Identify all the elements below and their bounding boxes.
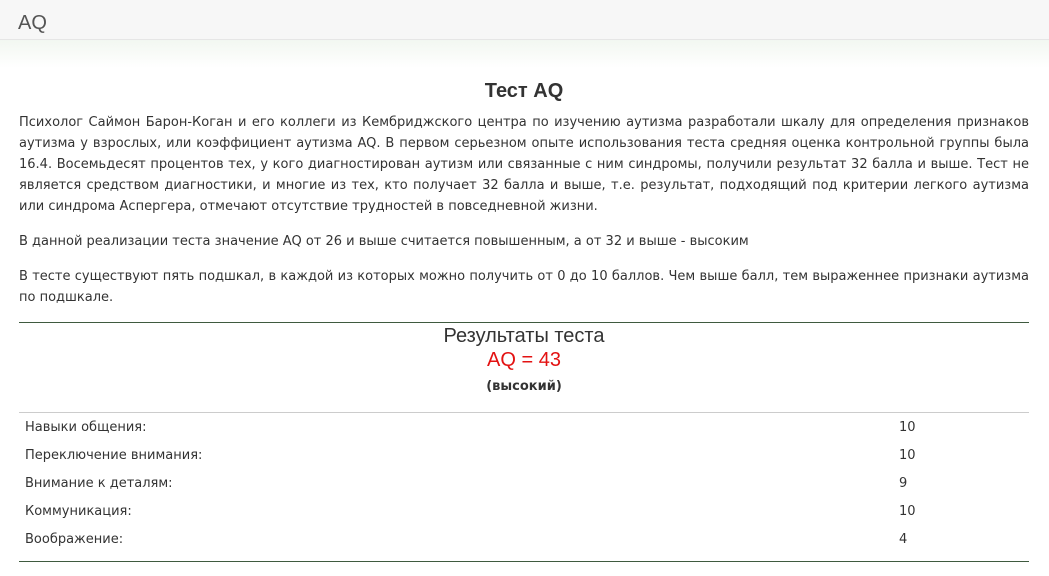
intro-text: Психолог Саймон Барон-Коган и его коллег… — [19, 112, 1029, 308]
subscale-value: 9 — [899, 475, 908, 491]
results-title: Результаты теста — [443, 325, 605, 347]
table-row: Навыки общения: 10 — [19, 413, 1029, 442]
section-divider — [19, 322, 1029, 323]
subscale-value: 10 — [899, 503, 916, 519]
aq-level: (высокий) — [486, 379, 562, 394]
subscale-label: Внимание к деталям: — [25, 475, 173, 491]
page-title: Тест AQ — [484, 80, 564, 102]
table-row: Воображение: 4 — [19, 525, 1029, 553]
brand-link[interactable]: AQ — [18, 13, 47, 33]
subscale-table: Навыки общения: 10 Переключение внимания… — [19, 412, 1029, 553]
section-divider — [19, 561, 1029, 562]
table-row: Внимание к деталям: 9 — [19, 469, 1029, 497]
subscale-label: Переключение внимания: — [25, 447, 203, 463]
subscale-value: 10 — [899, 447, 916, 463]
top-navbar: AQ — [0, 0, 1049, 40]
table-row: Коммуникация: 10 — [19, 497, 1029, 525]
header-fade — [0, 40, 1049, 68]
aq-score: AQ = 43 — [487, 349, 561, 371]
subscale-value: 4 — [899, 531, 908, 547]
subscale-value: 10 — [899, 419, 916, 435]
intro-paragraph: В данной реализации теста значение AQ от… — [19, 234, 749, 249]
table-row: Переключение внимания: 10 — [19, 441, 1029, 469]
subscale-label: Коммуникация: — [25, 503, 132, 519]
intro-paragraph: В тесте существуют пять подшкал, в каждо… — [19, 269, 1029, 305]
main-content: Тест AQ Психолог Саймон Барон-Коган и ег… — [19, 72, 1029, 562]
subscale-label: Навыки общения: — [25, 419, 147, 435]
subscale-label: Воображение: — [25, 531, 124, 547]
intro-paragraph: Психолог Саймон Барон-Коган и его коллег… — [19, 115, 1029, 214]
